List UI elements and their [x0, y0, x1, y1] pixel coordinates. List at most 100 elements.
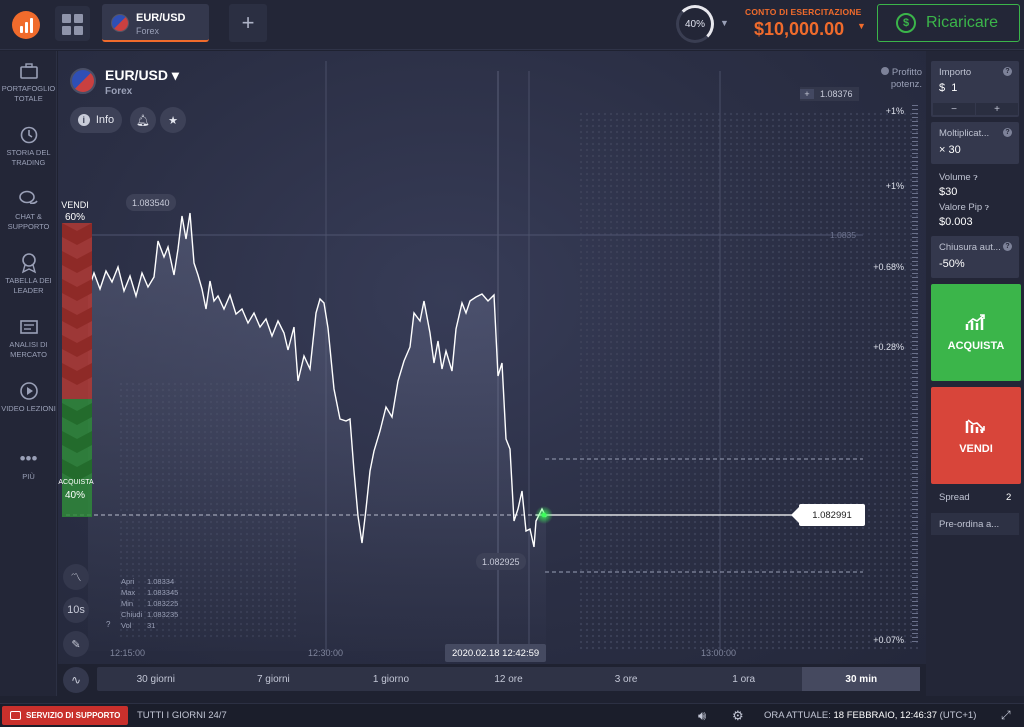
- volume-value: $30: [939, 186, 958, 198]
- profit-scale-bar: [912, 105, 918, 645]
- help-icon[interactable]: ?: [1003, 67, 1012, 76]
- price-chart[interactable]: EUR/USD ▾ Forex i Info 🔔︎ ★ VENDI 60% AC…: [58, 51, 926, 664]
- level-price-label: 1.0835: [830, 230, 856, 240]
- briefcase-icon: [18, 61, 40, 81]
- favorite-button[interactable]: ★: [160, 107, 186, 133]
- sidebar-item-label: TABELLA DEI LEADER: [5, 276, 52, 295]
- wave-icon: ∿: [70, 673, 82, 687]
- help-icon[interactable]: ?: [106, 620, 110, 629]
- recharge-button[interactable]: $ Ricaricare: [877, 4, 1020, 42]
- multiplier-value[interactable]: × 30: [939, 144, 961, 156]
- decrease-amount-button[interactable]: −: [933, 103, 975, 115]
- sidebar-item-video-lessons[interactable]: VIDEO LEZIONI: [0, 381, 57, 414]
- increase-amount-button[interactable]: +: [976, 103, 1018, 115]
- auto-close-value[interactable]: -50%: [939, 258, 965, 270]
- auto-close-label: Chiusura aut...: [939, 242, 1001, 253]
- add-asset-button[interactable]: +: [229, 4, 267, 42]
- info-button[interactable]: i Info: [70, 107, 122, 133]
- multiplier-field[interactable]: Moltiplicat... ? × 30: [931, 122, 1019, 164]
- timeframe-1-day[interactable]: 1 giorno: [332, 667, 450, 691]
- sidebar-item-chat[interactable]: CHAT & SUPPORTO: [0, 189, 57, 232]
- pencil-icon: ✎: [71, 638, 81, 651]
- buy-label: ACQUISTA: [947, 339, 1005, 352]
- help-icon[interactable]: ?: [1003, 128, 1012, 137]
- sidebar-item-market-analysis[interactable]: ANALISI DI MERCATO: [0, 317, 57, 360]
- buy-button[interactable]: ACQUISTA: [931, 284, 1021, 381]
- account-type-label: CONTO DI ESERCITAZIONE: [745, 7, 862, 17]
- gear-icon[interactable]: ⚙: [732, 708, 744, 724]
- high-price-tag: 1.083540: [126, 194, 176, 211]
- x-axis-label: 12:30:00: [308, 648, 344, 658]
- sell-button[interactable]: VENDI: [931, 387, 1021, 484]
- x-axis-label: 12:15:00: [110, 648, 146, 658]
- multiplier-label: Moltiplicat...: [939, 128, 990, 139]
- timer-button[interactable]: 10s: [63, 597, 89, 623]
- support-button[interactable]: SERVIZIO DI SUPPORTO: [2, 706, 128, 725]
- pip-value: $0.003: [939, 216, 973, 228]
- apps-grid-button[interactable]: [55, 6, 90, 41]
- sell-sentiment-pct: 60%: [64, 212, 85, 223]
- info-icon: i: [77, 114, 90, 126]
- chart-title-text: EUR/USD: [105, 67, 169, 83]
- plus-icon[interactable]: +: [800, 89, 814, 99]
- trend-up-icon: [965, 313, 985, 330]
- alert-button[interactable]: 🔔︎: [130, 107, 156, 133]
- bell-icon: 🔔︎: [136, 114, 150, 127]
- medal-icon: [18, 253, 40, 274]
- profit-percent-level: +0.28%: [873, 342, 904, 352]
- sidebar-item-label: ANALISI DI MERCATO: [9, 340, 48, 359]
- sidebar-item-history[interactable]: STORIA DEL TRADING: [0, 125, 57, 168]
- draw-tool-button[interactable]: ✎: [63, 631, 89, 657]
- sentiment-indicator: [62, 223, 92, 517]
- timeframe-1-hour[interactable]: 1 ora: [685, 667, 803, 691]
- progress-ring[interactable]: 40%: [676, 5, 714, 43]
- more-icon: •••: [19, 449, 38, 468]
- trading-app: EUR/USD Forex + 40% ▼ CONTO DI ESERCITAZ…: [0, 0, 1024, 727]
- ohlc-row: Vol 31: [121, 621, 156, 630]
- logo-icon[interactable]: [12, 11, 40, 39]
- auto-close-field[interactable]: Chiusura aut... ? -50%: [931, 236, 1019, 278]
- asset-tab[interactable]: EUR/USD Forex: [102, 4, 209, 42]
- amount-field[interactable]: Importo ? $ 1 − +: [931, 61, 1019, 117]
- help-icon[interactable]: ❓︎: [973, 175, 977, 182]
- help-icon[interactable]: ?: [1003, 242, 1012, 251]
- timeframe-30-min[interactable]: 30 min: [802, 667, 921, 691]
- ohlc-row: Chiudi 1.083235: [121, 610, 179, 619]
- current-time: ORA ATTUALE: 18 FEBBRAIO, 12:46:37 (UTC+…: [764, 710, 977, 721]
- live-price-dot: [541, 512, 547, 518]
- sidebar-item-more[interactable]: ••• PIÙ: [0, 449, 57, 482]
- indicators-button[interactable]: ∿: [63, 667, 89, 693]
- timeframe-30-days[interactable]: 30 giorni: [97, 667, 215, 691]
- fullscreen-icon[interactable]: ⤢: [1001, 708, 1011, 723]
- spread-value: 2: [1006, 492, 1012, 503]
- balance-chevron-down-icon[interactable]: ▼: [857, 21, 866, 31]
- ohlc-row: Max 1.083345: [121, 588, 179, 597]
- timeframe-3-hours[interactable]: 3 ore: [567, 667, 685, 691]
- chart-type-button[interactable]: 〽: [63, 564, 89, 590]
- chevron-down-icon[interactable]: ▼: [720, 18, 729, 28]
- timeframe-12-hours[interactable]: 12 ore: [450, 667, 568, 691]
- pip-value-label: Valore Pip ❓︎: [939, 202, 989, 213]
- support-label: SERVIZIO DI SUPPORTO: [26, 711, 121, 720]
- sell-sentiment-label: VENDI: [61, 200, 89, 210]
- volume-icon[interactable]: 🔊︎: [698, 708, 706, 724]
- amount-input[interactable]: $ 1: [939, 82, 957, 94]
- chart-asset-type: Forex: [105, 86, 133, 97]
- chart-canvas: [62, 61, 863, 651]
- trade-panel: Importo ? $ 1 − + Moltiplicat... ? × 30 …: [926, 51, 1024, 696]
- trend-down-icon: [965, 418, 985, 433]
- help-icon: [880, 67, 889, 75]
- chart-asset-title[interactable]: EUR/USD ▾: [105, 67, 179, 84]
- history-icon: [18, 125, 40, 145]
- volume-info: Volume ❓︎ $30 Valore Pip ❓︎ $0.003: [931, 168, 1019, 234]
- timeframe-7-days[interactable]: 7 giorni: [215, 667, 333, 691]
- sidebar-item-portfolio[interactable]: PORTAFOGLIO TOTALE: [0, 61, 57, 104]
- help-icon[interactable]: ❓︎: [985, 205, 989, 212]
- ohlc-row: Apri 1.08334: [121, 577, 175, 586]
- eur-usd-flag-icon: [70, 68, 96, 94]
- account-balance[interactable]: $10,000.00: [754, 19, 844, 40]
- sidebar-item-leaderboard[interactable]: TABELLA DEI LEADER: [0, 253, 57, 296]
- preorder-button[interactable]: Pre-ordina a...: [931, 513, 1019, 535]
- sidebar-item-label: VIDEO LEZIONI: [1, 404, 56, 413]
- top-bar: EUR/USD Forex + 40% ▼ CONTO DI ESERCITAZ…: [0, 0, 1024, 50]
